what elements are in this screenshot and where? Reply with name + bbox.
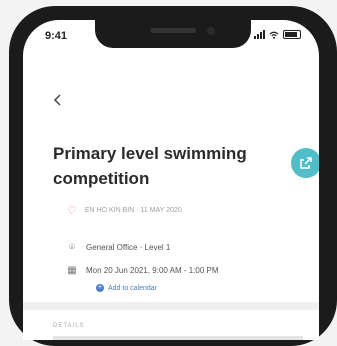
screen: 9:41 Primary level swimming competition xyxy=(23,20,319,340)
share-icon xyxy=(300,157,312,169)
back-button[interactable] xyxy=(53,92,69,110)
event-meta: ♡ EN HO KIN BIN · 11 MAY 2020 xyxy=(67,204,182,217)
status-icons xyxy=(254,30,301,39)
camera-icon xyxy=(207,27,215,35)
page-title: Primary level swimming competition xyxy=(53,144,247,188)
divider xyxy=(23,302,319,310)
details-section-label: DETAILS xyxy=(53,323,85,329)
wifi-icon xyxy=(269,31,279,39)
location-row: ⌾ General Office · Level 1 xyxy=(67,242,170,253)
speaker-grille xyxy=(150,28,196,33)
add-to-calendar-link[interactable]: + Add to calendar xyxy=(96,284,157,292)
chevron-left-icon xyxy=(53,94,61,106)
signal-icon xyxy=(254,30,265,39)
plus-icon: + xyxy=(96,284,104,292)
status-time: 9:41 xyxy=(45,30,68,42)
share-button[interactable] xyxy=(291,148,319,178)
calendar-icon: ▦ xyxy=(67,265,77,276)
notch xyxy=(95,20,251,48)
battery-icon xyxy=(283,30,301,39)
datetime-row: ▦ Mon 20 Jun 2021, 9:00 AM - 1:00 PM xyxy=(67,265,219,276)
heart-icon: ♡ xyxy=(67,205,77,217)
location-text: General Office · Level 1 xyxy=(86,243,171,252)
datetime-text: Mon 20 Jun 2021, 9:00 AM - 1:00 PM xyxy=(86,266,219,275)
phone-frame: 9:41 Primary level swimming competition xyxy=(9,6,337,346)
add-to-calendar-label: Add to calendar xyxy=(108,284,158,292)
location-pin-icon: ⌾ xyxy=(69,242,75,253)
details-text-placeholder xyxy=(53,336,303,340)
event-meta-text: EN HO KIN BIN · 11 MAY 2020 xyxy=(84,207,182,214)
